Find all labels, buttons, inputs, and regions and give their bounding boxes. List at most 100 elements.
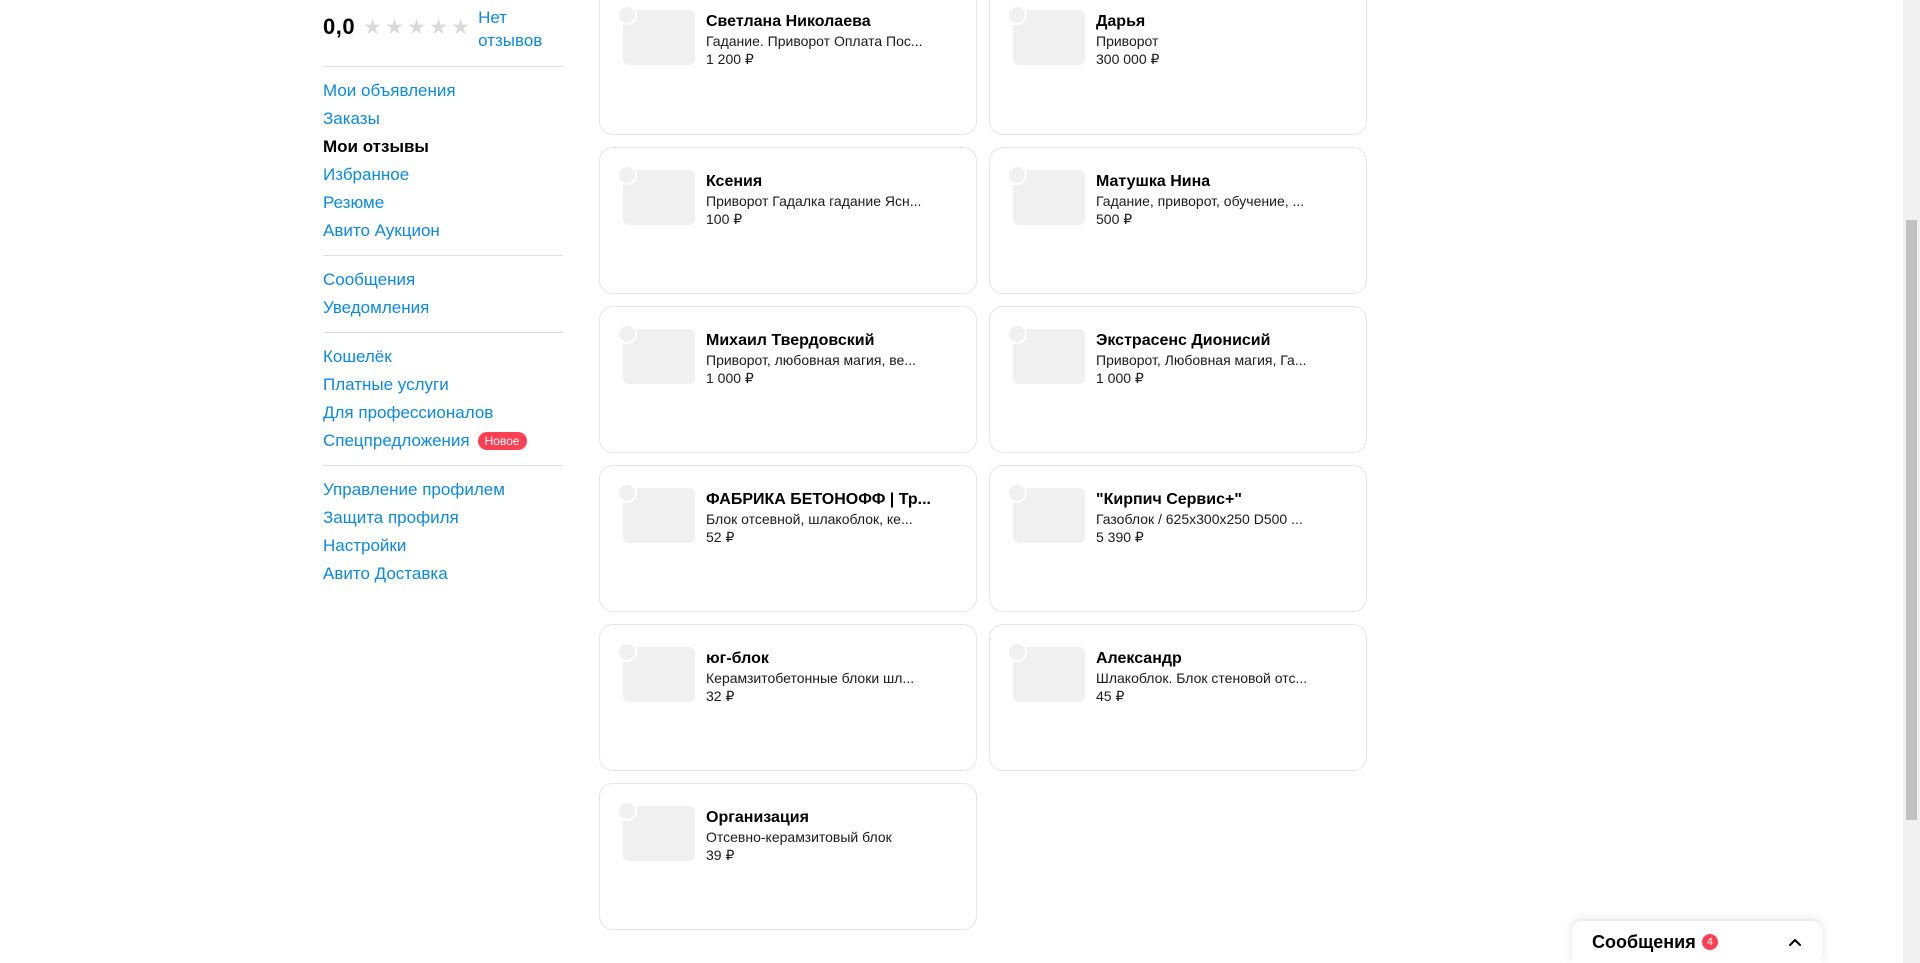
sidebar-item[interactable]: Резюме — [323, 189, 563, 217]
avatar — [1007, 324, 1027, 344]
sidebar-item[interactable]: Мои отзывы — [323, 133, 563, 161]
ad-card[interactable]: Светлана Николаева Гадание. Приворот Опл… — [599, 0, 977, 135]
ad-price: 52 ₽ — [706, 529, 735, 545]
ad-description: Отсевно-керамзитовый блок — [706, 829, 892, 845]
sidebar-item-label: Резюме — [323, 193, 385, 212]
ad-description: Газоблок / 625x300x250 D500 ... — [1096, 511, 1303, 527]
star-icon: ★ — [385, 16, 404, 39]
divider — [323, 66, 563, 67]
sidebar-item[interactable]: Защита профиля — [323, 504, 563, 532]
ad-info: ФАБРИКА БЕТОНОФФ | Тр... Блок отсевной, … — [706, 489, 936, 546]
sidebar-item[interactable]: Настройки — [323, 532, 563, 560]
star-icon: ★ — [363, 16, 382, 39]
ad-card[interactable]: ФАБРИКА БЕТОНОФФ | Тр... Блок отсевной, … — [599, 465, 977, 612]
ad-seller-name: юг-блок — [706, 650, 769, 667]
sidebar-item-label: Заказы — [323, 109, 380, 128]
ad-price: 32 ₽ — [706, 688, 735, 704]
ad-seller-name: ФАБРИКА БЕТОНОФФ | Тр... — [706, 491, 931, 508]
ad-card[interactable]: Организация Отсевно-керамзитовый блок 39… — [599, 783, 977, 930]
ad-info: Светлана Николаева Гадание. Приворот Опл… — [706, 11, 936, 68]
ad-info: Дарья Приворот 300 000 ₽ — [1096, 11, 1326, 68]
new-badge: Новое — [477, 432, 527, 450]
sidebar-item[interactable]: Избранное — [323, 161, 563, 189]
ad-seller-name: Дарья — [1096, 13, 1146, 30]
sidebar-item-label: Авито Аукцион — [323, 221, 440, 240]
ad-card[interactable]: Ксения Приворот Гадалка гадание Ясн... 1… — [599, 147, 977, 294]
ad-info: "Кирпич Сервис+" Газоблок / 625x300x250 … — [1096, 489, 1326, 546]
ad-description: Приворот Гадалка гадание Ясн... — [706, 193, 922, 209]
sidebar-item[interactable]: Управление профилем — [323, 476, 563, 504]
menu-group: Управление профилем Защита профиля Настрой… — [323, 476, 563, 588]
ad-card[interactable]: юг-блок Керамзитобетонные блоки шл... 32… — [599, 624, 977, 771]
ad-seller-name: Светлана Николаева — [706, 13, 871, 30]
star-icon: ★ — [407, 16, 426, 39]
sidebar-menu: Мои объявления Заказы Мои отзывы Избранное Р… — [323, 77, 563, 588]
avatar — [617, 642, 637, 662]
ad-info: Экстрасенс Дионисий Приворот, Любовная м… — [1096, 330, 1326, 387]
rating-row: 0,0 ★ ★ ★ ★ ★ Нет отзывов — [323, 0, 563, 52]
rating-stars: ★ ★ ★ ★ ★ — [363, 16, 470, 39]
ad-description: Гадание. Приворот Оплата Пос... — [706, 33, 923, 49]
ad-price: 500 ₽ — [1096, 211, 1133, 227]
sidebar-item[interactable]: Кошелёк — [323, 343, 563, 371]
ad-card[interactable]: Михаил Твердовский Приворот, любовная ма… — [599, 306, 977, 453]
ad-info: Михаил Твердовский Приворот, любовная ма… — [706, 330, 936, 387]
scrollbar[interactable] — [1903, 0, 1920, 963]
ad-description: Блок отсевной, шлакоблок, ке... — [706, 511, 913, 527]
sidebar-item[interactable]: Авито Аукцион — [323, 217, 563, 245]
avatar — [1007, 165, 1027, 185]
divider — [323, 465, 563, 466]
divider — [323, 255, 563, 256]
ad-card[interactable]: Дарья Приворот 300 000 ₽ — [989, 0, 1367, 135]
profile-sidebar: 0,0 ★ ★ ★ ★ ★ Нет отзывов Мои объявления… — [323, 0, 563, 588]
ad-info: юг-блок Керамзитобетонные блоки шл... 32… — [706, 648, 936, 705]
ads-grid: Светлана Николаева Гадание. Приворот Опл… — [599, 0, 1367, 930]
sidebar-item-label: Уведомления — [323, 298, 430, 317]
sidebar-item-label: Настройки — [323, 536, 407, 555]
sidebar-item[interactable]: Платные услуги — [323, 371, 563, 399]
no-reviews-link[interactable]: Нет отзывов — [478, 6, 558, 52]
sidebar-item[interactable]: Для профессионалов — [323, 399, 563, 427]
ad-seller-name: Организация — [706, 809, 809, 826]
messages-label: Сообщения — [1592, 931, 1696, 952]
messages-count-badge: 4 — [1701, 934, 1718, 950]
menu-group: Кошелёк Платные услуги Для профессионалов С… — [323, 343, 563, 455]
ad-price: 100 ₽ — [706, 211, 743, 227]
sidebar-item[interactable]: Заказы — [323, 105, 563, 133]
menu-group: Мои объявления Заказы Мои отзывы Избранное Р… — [323, 77, 563, 245]
sidebar-item-label: Защита профиля — [323, 508, 459, 527]
scrollbar-thumb[interactable] — [1906, 220, 1917, 820]
sidebar-item-label: Управление профилем — [323, 480, 505, 499]
ad-card[interactable]: "Кирпич Сервис+" Газоблок / 625x300x250 … — [989, 465, 1367, 612]
sidebar-item-label: Мои отзывы — [323, 137, 429, 156]
ad-seller-name: Александр — [1096, 650, 1182, 667]
avatar — [1007, 483, 1027, 503]
ad-card[interactable]: Матушка Нина Гадание, приворот, обучение… — [989, 147, 1367, 294]
sidebar-item[interactable]: Авито Доставка — [323, 560, 563, 588]
menu-group: Сообщения Уведомления — [323, 266, 563, 322]
sidebar-item[interactable]: Мои объявления — [323, 77, 563, 105]
ad-description: Приворот, любовная магия, ве... — [706, 352, 916, 368]
ad-description: Керамзитобетонные блоки шл... — [706, 670, 915, 686]
ad-seller-name: Матушка Нина — [1096, 173, 1211, 190]
ad-card[interactable]: Экстрасенс Дионисий Приворот, Любовная м… — [989, 306, 1367, 453]
sidebar-item[interactable]: Спецпредложения Новое — [323, 427, 563, 455]
sidebar-item[interactable]: Сообщения — [323, 266, 563, 294]
ad-seller-name: Ксения — [706, 173, 763, 190]
ad-description: Приворот — [1096, 33, 1159, 49]
avatar — [617, 324, 637, 344]
sidebar-item-label: Избранное — [323, 165, 410, 184]
avatar — [1007, 642, 1027, 662]
chevron-up-icon[interactable] — [1788, 935, 1802, 949]
messages-widget[interactable]: Сообщения 4 — [1572, 921, 1822, 963]
rating-value: 0,0 — [323, 14, 356, 39]
ad-card[interactable]: Александр Шлакоблок. Блок стеновой отс..… — [989, 624, 1367, 771]
sidebar-item-label: Платные услуги — [323, 375, 449, 394]
sidebar-item[interactable]: Уведомления — [323, 294, 563, 322]
ad-description: Шлакоблок. Блок стеновой отс... — [1096, 670, 1308, 686]
ad-price: 45 ₽ — [1096, 688, 1125, 704]
ad-price: 1 000 ₽ — [1096, 370, 1144, 386]
ad-info: Организация Отсевно-керамзитовый блок 39… — [706, 807, 936, 864]
ad-price: 39 ₽ — [706, 847, 735, 863]
avatar — [1007, 5, 1027, 25]
